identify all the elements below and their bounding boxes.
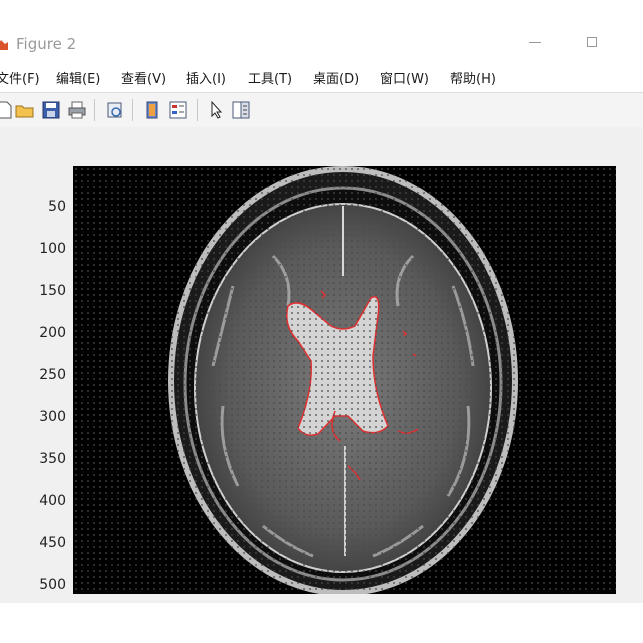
y-tick-label: 300 — [39, 409, 66, 425]
toolbar — [0, 92, 643, 127]
y-tick-label: 50 — [48, 199, 66, 215]
y-tick-label: 200 — [39, 325, 66, 341]
y-tick-label: 100 — [39, 241, 66, 257]
menu-desktop[interactable]: 桌面(D) — [313, 68, 359, 87]
title-bar: Figure 2 — [0, 26, 643, 60]
image-axes[interactable] — [73, 166, 616, 594]
toolbar-separator — [94, 99, 95, 121]
save-icon[interactable] — [40, 99, 62, 121]
property-editor-icon[interactable] — [230, 99, 252, 121]
menu-file[interactable]: 文件(F) — [0, 68, 40, 87]
toolbar-separator — [132, 99, 133, 121]
y-tick-label: 250 — [39, 367, 66, 383]
menu-help[interactable]: 帮助(H) — [450, 68, 496, 87]
pointer-icon[interactable] — [206, 99, 228, 121]
y-tick-label: 350 — [39, 451, 66, 467]
print-icon[interactable] — [66, 99, 88, 121]
menu-view[interactable]: 查看(V) — [121, 68, 166, 87]
y-tick-label: 150 — [39, 283, 66, 299]
brain-mri-image — [73, 166, 616, 594]
colorbar-icon[interactable] — [141, 99, 163, 121]
menu-bar: 文件(F) 编辑(E) 查看(V) 插入(I) 工具(T) 桌面(D) 窗口(W… — [0, 64, 643, 90]
legend-icon[interactable] — [167, 99, 189, 121]
menu-edit[interactable]: 编辑(E) — [56, 68, 100, 87]
matlab-logo-icon — [0, 40, 8, 50]
menu-insert[interactable]: 插入(I) — [186, 68, 226, 87]
print-preview-icon[interactable] — [104, 99, 126, 121]
y-tick-label: 400 — [39, 493, 66, 509]
maximize-button[interactable] — [584, 34, 602, 52]
y-tick-label: 450 — [39, 535, 66, 551]
menu-window[interactable]: 窗口(W) — [380, 68, 429, 87]
y-tick-label: 500 — [39, 577, 66, 593]
toolbar-separator — [197, 99, 198, 121]
window-title: Figure 2 — [16, 35, 77, 53]
open-folder-icon[interactable] — [14, 99, 36, 121]
menu-tools[interactable]: 工具(T) — [248, 68, 292, 87]
minimize-button[interactable] — [526, 34, 544, 52]
